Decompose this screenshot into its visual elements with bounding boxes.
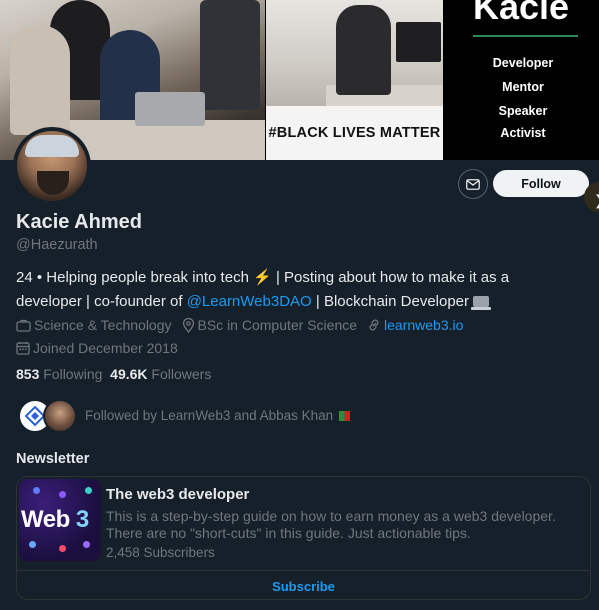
location-pin-icon — [182, 317, 194, 333]
follower-avatar[interactable] — [43, 399, 77, 433]
briefcase-icon — [16, 319, 31, 332]
newsletter-subscribers: 2,458 Subscribers — [106, 545, 215, 560]
followed-by-text[interactable]: Followed by LearnWeb3 and Abbas Khan — [85, 408, 351, 423]
bio-mention-link[interactable]: @LearnWeb3DAO — [187, 293, 312, 310]
banner-role: Activist — [500, 126, 546, 140]
website-item[interactable]: learnweb3.io — [367, 317, 463, 333]
banner-role: Speaker — [498, 104, 548, 118]
cursor-icon: ❯ — [594, 192, 599, 209]
subscribe-button[interactable]: Subscribe — [17, 571, 590, 599]
newsletter-card[interactable]: Web 3 The web3 developer This is a step-… — [16, 476, 591, 600]
display-name: Kacie Ahmed — [16, 211, 142, 233]
profile-meta: Science & Technology BSc in Computer Sci… — [16, 317, 473, 333]
newsletter-description: This is a step-by-step guide on how to e… — [106, 508, 556, 541]
website-link[interactable]: learnweb3.io — [384, 317, 463, 333]
message-button[interactable] — [458, 169, 488, 199]
banner-role: Developer — [492, 56, 554, 70]
newsletter-heading: Newsletter — [16, 451, 90, 467]
newsletter-thumbnail: Web 3 — [19, 479, 101, 561]
link-icon — [369, 319, 379, 331]
join-date-item: Joined December 2018 — [16, 340, 178, 356]
location-text: BSc in Computer Science — [197, 317, 358, 333]
category-text: Science & Technology — [34, 317, 172, 333]
category-item: Science & Technology — [16, 317, 172, 333]
calendar-icon — [16, 342, 30, 355]
profile-bio: 24 • Helping people break into tech ⚡ | … — [16, 266, 576, 314]
newsletter-title[interactable]: The web3 developer — [106, 486, 249, 503]
banner-role: Mentor — [502, 80, 544, 94]
laptop-icon — [471, 296, 492, 310]
followers-link[interactable]: 49.6K Followers — [110, 366, 211, 382]
location-item: BSc in Computer Science — [182, 317, 358, 333]
profile-avatar[interactable] — [13, 127, 91, 205]
banner-sign: #BLACK LIVES MATTER — [266, 106, 443, 160]
banner-photo-desk — [266, 0, 443, 106]
banner-divider — [473, 35, 578, 37]
follow-stats: 853 Following 49.6K Followers — [16, 366, 211, 382]
envelope-icon — [466, 178, 480, 190]
lightning-icon: ⚡ — [253, 269, 272, 286]
user-handle: @Haezurath — [16, 237, 98, 253]
banner-name-panel: Kacie Developer Mentor Speaker Activist — [443, 0, 599, 160]
newsletter-thumb-text: Web 3 — [21, 506, 89, 533]
profile-banner[interactable]: #BLACK LIVES MATTER Kacie Developer Ment… — [0, 0, 599, 160]
bio-text: | Blockchain Developer — [315, 293, 470, 310]
flag-icon — [339, 411, 351, 421]
following-link[interactable]: 853 Following — [16, 366, 102, 382]
join-date-row: Joined December 2018 — [16, 340, 188, 356]
banner-name: Kacie — [473, 0, 570, 27]
bio-text: 24 • Helping people break into tech — [16, 269, 249, 286]
follow-button[interactable]: Follow — [493, 170, 589, 197]
join-date-text: Joined December 2018 — [33, 340, 178, 356]
